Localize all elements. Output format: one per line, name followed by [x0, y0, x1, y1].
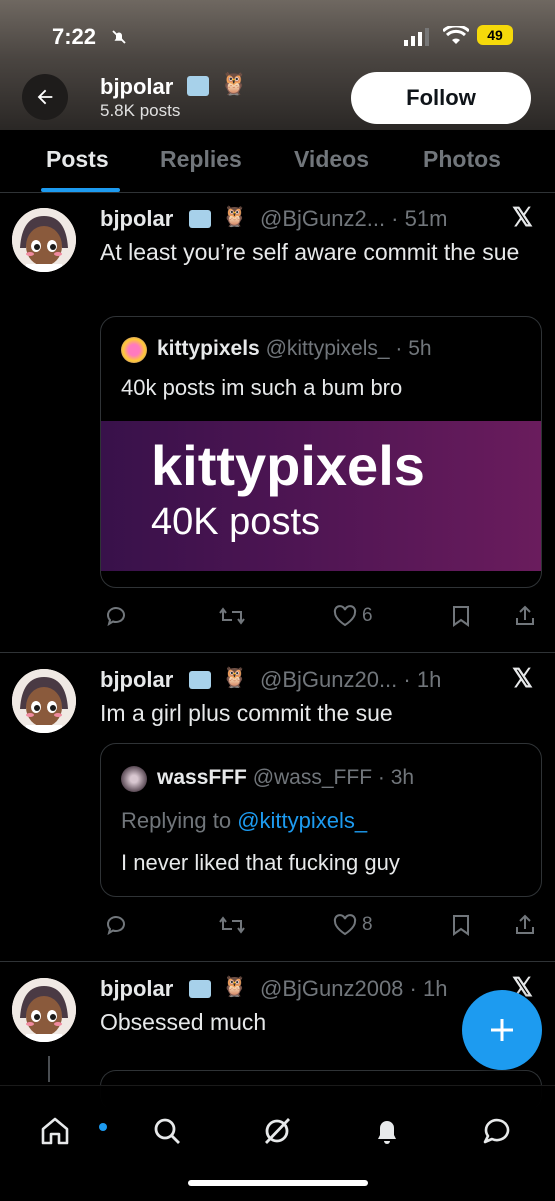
- x-logo-icon: 𝕏: [512, 202, 533, 232]
- tab-replies[interactable]: Replies: [160, 146, 242, 173]
- post-handle-time[interactable]: @BjGunz2008 · 1h: [260, 976, 447, 1002]
- status-bar: 7:22 49: [0, 22, 555, 52]
- back-button[interactable]: [22, 74, 68, 120]
- post-author-name[interactable]: bjpolar: [100, 976, 173, 1002]
- share-icon[interactable]: [513, 604, 537, 628]
- post-actions: 6: [0, 604, 555, 636]
- ice-cube-badge-icon: [189, 980, 211, 998]
- quoted-author: kittypixels @kittypixels_ · 5h: [157, 337, 432, 360]
- status-time: 7:22: [52, 24, 97, 49]
- home-icon[interactable]: [38, 1114, 107, 1153]
- post-author-name[interactable]: bjpolar: [100, 667, 173, 693]
- like-button[interactable]: 8: [332, 913, 373, 937]
- post[interactable]: bjpolar 🦉 @BjGunz2... · 51m 𝕏 At least y…: [0, 192, 555, 652]
- signal-icon: [404, 28, 430, 51]
- profile-tabs: Posts Replies Videos Photos: [0, 130, 555, 193]
- share-icon[interactable]: [513, 913, 537, 937]
- replying-to: Replying to @kittypixels_: [121, 808, 368, 833]
- battery-level: 49: [477, 25, 513, 45]
- compose-button[interactable]: [462, 990, 542, 1070]
- avatar[interactable]: [12, 208, 76, 272]
- tab-videos[interactable]: Videos: [294, 146, 369, 173]
- search-icon[interactable]: [150, 1114, 184, 1153]
- comment-icon[interactable]: [104, 913, 128, 937]
- like-button[interactable]: 6: [332, 604, 373, 628]
- quoted-image[interactable]: kittypixels 40K posts: [101, 421, 541, 571]
- plus-icon: [491, 1019, 513, 1041]
- comment-icon[interactable]: [104, 604, 128, 628]
- notifications-icon[interactable]: [370, 1114, 404, 1153]
- quoted-post[interactable]: kittypixels @kittypixels_ · 5h 40k posts…: [100, 316, 542, 588]
- like-count: 8: [362, 914, 373, 935]
- ice-cube-badge-icon: [187, 76, 209, 96]
- messages-icon[interactable]: [480, 1114, 514, 1153]
- owl-badge-icon: 🦉: [222, 976, 247, 998]
- owl-badge-icon: 🦉: [222, 206, 247, 228]
- thread-line: [48, 1056, 50, 1082]
- profile-post-count: 5.8K posts: [100, 101, 181, 120]
- home-indicator: [188, 1180, 368, 1186]
- mention-link[interactable]: @kittypixels_: [237, 808, 367, 833]
- post-text: Im a girl plus commit the sue: [100, 700, 393, 726]
- avatar[interactable]: [12, 669, 76, 733]
- unread-dot: [99, 1123, 107, 1131]
- repost-icon[interactable]: [218, 913, 246, 937]
- owl-badge-icon: 🦉: [220, 71, 248, 96]
- post-text: At least you’re self aware commit the su…: [100, 239, 520, 265]
- post-handle-time[interactable]: @BjGunz2... · 51m: [260, 206, 447, 232]
- follow-button[interactable]: Follow: [351, 72, 531, 124]
- post-author-name[interactable]: bjpolar: [100, 206, 173, 232]
- profile-name: bjpolar: [100, 74, 174, 99]
- profile-header: 7:22 49 bjpolar 🦉 5.8K posts Follow: [0, 0, 555, 130]
- heart-icon: [333, 605, 357, 627]
- bookmark-icon[interactable]: [450, 604, 472, 628]
- tab-posts[interactable]: Posts: [46, 146, 109, 173]
- avatar: [121, 337, 147, 363]
- x-logo-icon: 𝕏: [512, 663, 533, 693]
- arrow-left-icon: [37, 89, 53, 105]
- heart-icon: [333, 914, 357, 936]
- tab-photos[interactable]: Photos: [423, 146, 501, 173]
- ice-cube-badge-icon: [189, 671, 211, 689]
- avatar[interactable]: [12, 978, 76, 1042]
- owl-badge-icon: 🦉: [222, 667, 247, 689]
- ice-cube-badge-icon: [189, 210, 211, 228]
- post[interactable]: bjpolar 🦉 @BjGunz20... · 1h 𝕏 Im a girl …: [0, 653, 555, 961]
- quoted-author: wassFFF @wass_FFF · 3h: [157, 766, 415, 789]
- quoted-text: 40k posts im such a bum bro: [121, 375, 403, 400]
- image-title: kittypixels: [151, 434, 425, 497]
- quoted-post[interactable]: wassFFF @wass_FFF · 3h Replying to @kitt…: [100, 743, 542, 897]
- wifi-icon: [441, 24, 471, 51]
- repost-icon[interactable]: [218, 604, 246, 628]
- quoted-text: I never liked that fucking guy: [121, 850, 400, 875]
- post-handle-time[interactable]: @BjGunz20... · 1h: [260, 667, 441, 693]
- grok-icon[interactable]: [260, 1114, 294, 1153]
- like-count: 6: [362, 605, 373, 626]
- bookmark-icon[interactable]: [450, 913, 472, 937]
- image-subtitle: 40K posts: [151, 501, 320, 543]
- post-actions: 8: [0, 913, 555, 945]
- silent-bell-icon: [110, 28, 128, 51]
- avatar: [121, 766, 147, 792]
